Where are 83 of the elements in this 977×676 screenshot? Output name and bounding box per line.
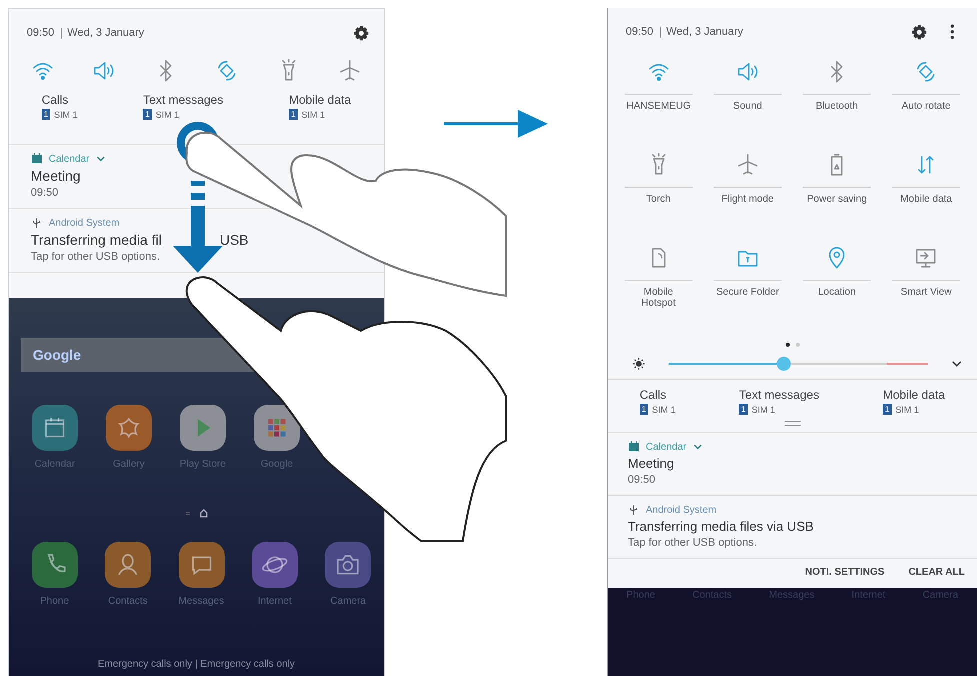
- quick-setting-label: Smart View: [900, 287, 953, 298]
- drag-handle[interactable]: [784, 421, 800, 426]
- quick-setting-label: Bluetooth: [814, 101, 860, 112]
- sim-badge: 1: [640, 404, 648, 415]
- more-options-icon[interactable]: [950, 24, 955, 40]
- notification-text: Tap for other USB options.: [628, 537, 758, 549]
- status-date: Wed, 3 January: [68, 27, 144, 39]
- airplane-icon[interactable]: [736, 153, 760, 177]
- app-label: Internet: [258, 596, 292, 607]
- sim-badge: 1: [143, 109, 152, 120]
- sim-name: SIM 1: [752, 404, 776, 414]
- separator: [60, 28, 62, 38]
- sim-name: SIM 1: [302, 110, 326, 120]
- notification-title: Meeting: [628, 456, 676, 471]
- quick-setting-label: Mobile Hotspot: [640, 287, 677, 309]
- network-status-text: Emergency calls only | Emergency calls only: [96, 659, 296, 670]
- quick-setting-label: Power saving: [806, 194, 868, 205]
- notification-text: 09:50: [628, 474, 657, 486]
- sim-setting-label[interactable]: Text messages: [739, 388, 820, 402]
- sim-name: SIM 1: [156, 110, 180, 120]
- quick-setting-label: Mobile data: [900, 194, 954, 205]
- sim-name: SIM 1: [54, 110, 78, 120]
- play-store-app-icon[interactable]: [180, 405, 226, 451]
- notification-title: USB: [220, 232, 249, 248]
- planet-app-icon[interactable]: [252, 542, 298, 588]
- quick-setting-label: Auto rotate: [900, 101, 952, 112]
- app-label: Contacts: [108, 596, 148, 607]
- messages-app-icon[interactable]: [178, 542, 225, 588]
- search-logo: Google: [33, 347, 82, 363]
- status-time: 09:50: [626, 26, 654, 38]
- status-time: 09:50: [27, 27, 55, 39]
- app-name: Calendar: [49, 154, 90, 164]
- notification-action-button[interactable]: CLEAR ALL: [902, 563, 971, 582]
- app-name: Calendar: [646, 442, 687, 452]
- sim-name: SIM 1: [896, 404, 920, 414]
- app-name: Android System: [646, 504, 717, 516]
- sim-badge: 1: [42, 109, 50, 120]
- quick-setting-label: Sound: [732, 101, 764, 112]
- swipe-down-arrow-icon: [173, 181, 223, 273]
- calendar-app-icon[interactable]: [32, 405, 78, 451]
- calendar-icon: [31, 153, 43, 165]
- quick-setting-label: HANSEMEUG: [626, 101, 691, 112]
- app-label: Phone: [40, 596, 70, 607]
- search-bar[interactable]: Google: [21, 338, 256, 372]
- airplane-icon[interactable]: [338, 59, 362, 83]
- sim-setting-label[interactable]: Mobile data: [289, 93, 352, 107]
- home-page-indicator-icon: [184, 508, 208, 520]
- notification-text: Tap for other USB options.: [31, 251, 162, 263]
- flower-app-icon[interactable]: [106, 405, 152, 451]
- camera-app-icon[interactable]: [325, 542, 372, 588]
- calendar-icon: [628, 441, 640, 453]
- settings-icon[interactable]: [911, 24, 928, 40]
- page-dot[interactable]: [796, 343, 800, 347]
- quick-setting-label: Torch: [645, 194, 672, 205]
- notification-action-button[interactable]: NOTI. SETTINGS: [799, 563, 891, 582]
- status-date: Wed, 3 January: [666, 26, 744, 38]
- quick-setting-label: Secure Folder: [716, 287, 780, 298]
- sim-badge: 1: [883, 404, 892, 415]
- sim-setting-label[interactable]: Calls: [640, 388, 676, 402]
- sim-badge: 1: [289, 109, 298, 120]
- brightness-icon: [632, 357, 646, 371]
- quick-setting-label: Location: [817, 287, 858, 298]
- notification-title: Transferring media files via USB: [628, 519, 815, 534]
- quick-setting-label: Flight mode: [720, 194, 775, 205]
- sim-setting-label[interactable]: Mobile data: [883, 388, 946, 402]
- app-name: Android System: [49, 218, 120, 228]
- sim-setting-label[interactable]: Calls: [42, 93, 78, 107]
- app-folder-icon[interactable]: [254, 405, 300, 451]
- contacts-app-icon[interactable]: [105, 542, 152, 588]
- phone-app-icon[interactable]: [32, 542, 78, 588]
- sim-setting-label[interactable]: Text messages: [143, 93, 224, 107]
- notification-title: Meeting: [31, 168, 81, 184]
- separator: [660, 26, 661, 38]
- usb-icon: [628, 504, 640, 516]
- app-label: Messages: [178, 596, 224, 607]
- notification-title: Transferring media fil: [31, 232, 162, 248]
- settings-icon[interactable]: [353, 24, 370, 42]
- sim-badge: 1: [739, 404, 748, 415]
- page-dot[interactable]: [786, 343, 790, 347]
- notification-text: 09:50: [31, 187, 60, 199]
- sim-name: SIM 1: [652, 404, 676, 414]
- usb-icon: [31, 217, 43, 229]
- app-label: Camera: [330, 596, 366, 607]
